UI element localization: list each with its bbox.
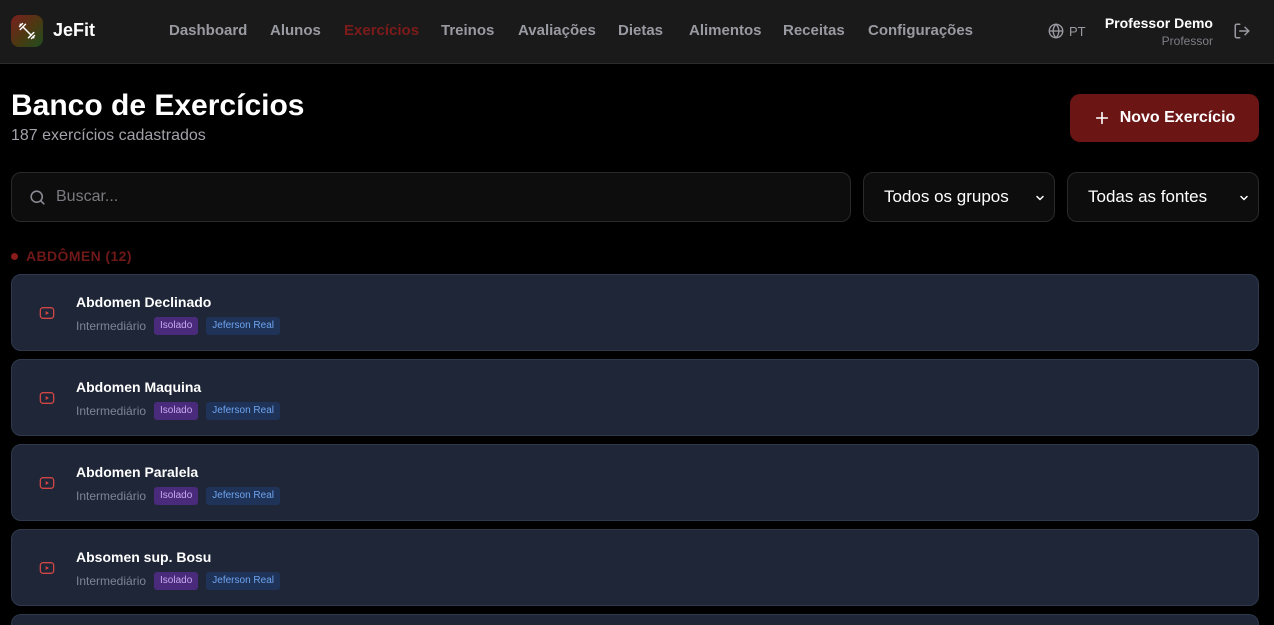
logout-icon[interactable] — [1233, 22, 1251, 40]
exercise-level: Intermediário — [76, 488, 147, 503]
group-dot — [11, 252, 18, 260]
search-input[interactable] — [56, 173, 836, 221]
exercise-type-badge: Isolado — [154, 401, 199, 420]
nav-alunos[interactable]: Alunos — [270, 22, 321, 39]
exercise-source-badge: Jeferson Real — [206, 401, 280, 420]
nav-dashboard[interactable]: Dashboard — [169, 22, 247, 39]
nav-configuracoes[interactable]: Configurações — [868, 22, 973, 39]
exercise-name: Abdomen Declinado — [76, 294, 212, 310]
nav-avaliacoes[interactable]: Avaliações — [518, 22, 596, 39]
source-filter-select[interactable]: Todas as fontes — [1067, 172, 1259, 222]
new-exercise-label: Novo Exercício — [1119, 109, 1236, 126]
video-icon — [39, 562, 55, 574]
group-filter-select[interactable]: Todos os grupos — [863, 172, 1055, 222]
top-navbar: JeFit Dashboard Alunos Exercícios Treino… — [0, 0, 1274, 64]
exercise-name: Abdomen Paralela — [76, 464, 199, 480]
user-name: Professor Demo — [1104, 15, 1213, 31]
search-icon — [30, 190, 45, 205]
nav-exercicios[interactable]: Exercícios — [344, 22, 419, 39]
new-exercise-button[interactable]: Novo Exercício — [1070, 94, 1259, 142]
nav-alimentos[interactable]: Alimentos — [689, 22, 762, 39]
language-code: PT — [1069, 23, 1086, 39]
exercise-level: Intermediário — [76, 403, 147, 418]
video-icon — [39, 477, 55, 489]
video-icon — [39, 307, 55, 319]
exercise-card[interactable]: Abdomen Paralela Intermediário Isolado J… — [11, 444, 1259, 521]
user-role: Professor — [1161, 34, 1213, 48]
chevron-down-icon — [1240, 195, 1248, 201]
exercise-source-badge: Jeferson Real — [206, 316, 280, 335]
exercise-source-badge: Jeferson Real — [206, 486, 280, 505]
exercise-meta: Intermediário Isolado Jeferson Real — [76, 486, 280, 505]
exercise-type-badge: Isolado — [154, 571, 199, 590]
video-icon — [39, 392, 55, 404]
exercise-level: Intermediário — [76, 318, 147, 333]
source-filter-value: Todas as fontes — [1088, 187, 1208, 206]
exercise-meta: Intermediário Isolado Jeferson Real — [76, 401, 280, 420]
nav-receitas[interactable]: Receitas — [783, 22, 845, 39]
nav-treinos[interactable]: Treinos — [441, 22, 494, 39]
exercise-card[interactable]: Absomen sup. Bosu Intermediário Isolado … — [11, 529, 1259, 606]
group-label: ABDÔMEN (12) — [26, 248, 132, 264]
search-container — [11, 172, 851, 222]
exercise-type-badge: Isolado — [154, 486, 199, 505]
globe-icon — [1048, 23, 1064, 39]
exercise-name: Abdomen Maquina — [76, 379, 202, 395]
brand-name[interactable]: JeFit — [53, 20, 95, 41]
group-heading: ABDÔMEN (12) — [11, 248, 132, 264]
language-switcher[interactable]: PT — [1047, 21, 1086, 41]
app-logo[interactable] — [11, 15, 43, 47]
dumbbell-icon — [18, 22, 36, 40]
exercise-level: Intermediário — [76, 573, 147, 588]
exercise-meta: Intermediário Isolado Jeferson Real — [76, 571, 280, 590]
page-title: Banco de Exercícios — [11, 89, 305, 122]
nav-dietas[interactable]: Dietas — [618, 22, 663, 39]
chevron-down-icon — [1036, 195, 1044, 201]
exercise-type-badge: Isolado — [154, 316, 199, 335]
group-filter-value: Todos os grupos — [884, 187, 1009, 206]
exercise-card[interactable]: Abdomen Maquina Intermediário Isolado Je… — [11, 359, 1259, 436]
plus-icon — [1095, 111, 1108, 125]
exercise-meta: Intermediário Isolado Jeferson Real — [76, 316, 280, 335]
exercise-card[interactable]: Abdomen Declinado Intermediário Isolado … — [11, 274, 1259, 351]
exercise-source-badge: Jeferson Real — [206, 571, 280, 590]
exercise-name: Absomen sup. Bosu — [76, 549, 212, 565]
exercise-card-partial[interactable] — [11, 614, 1259, 625]
exercise-count: 187 exercícios cadastrados — [11, 127, 206, 144]
